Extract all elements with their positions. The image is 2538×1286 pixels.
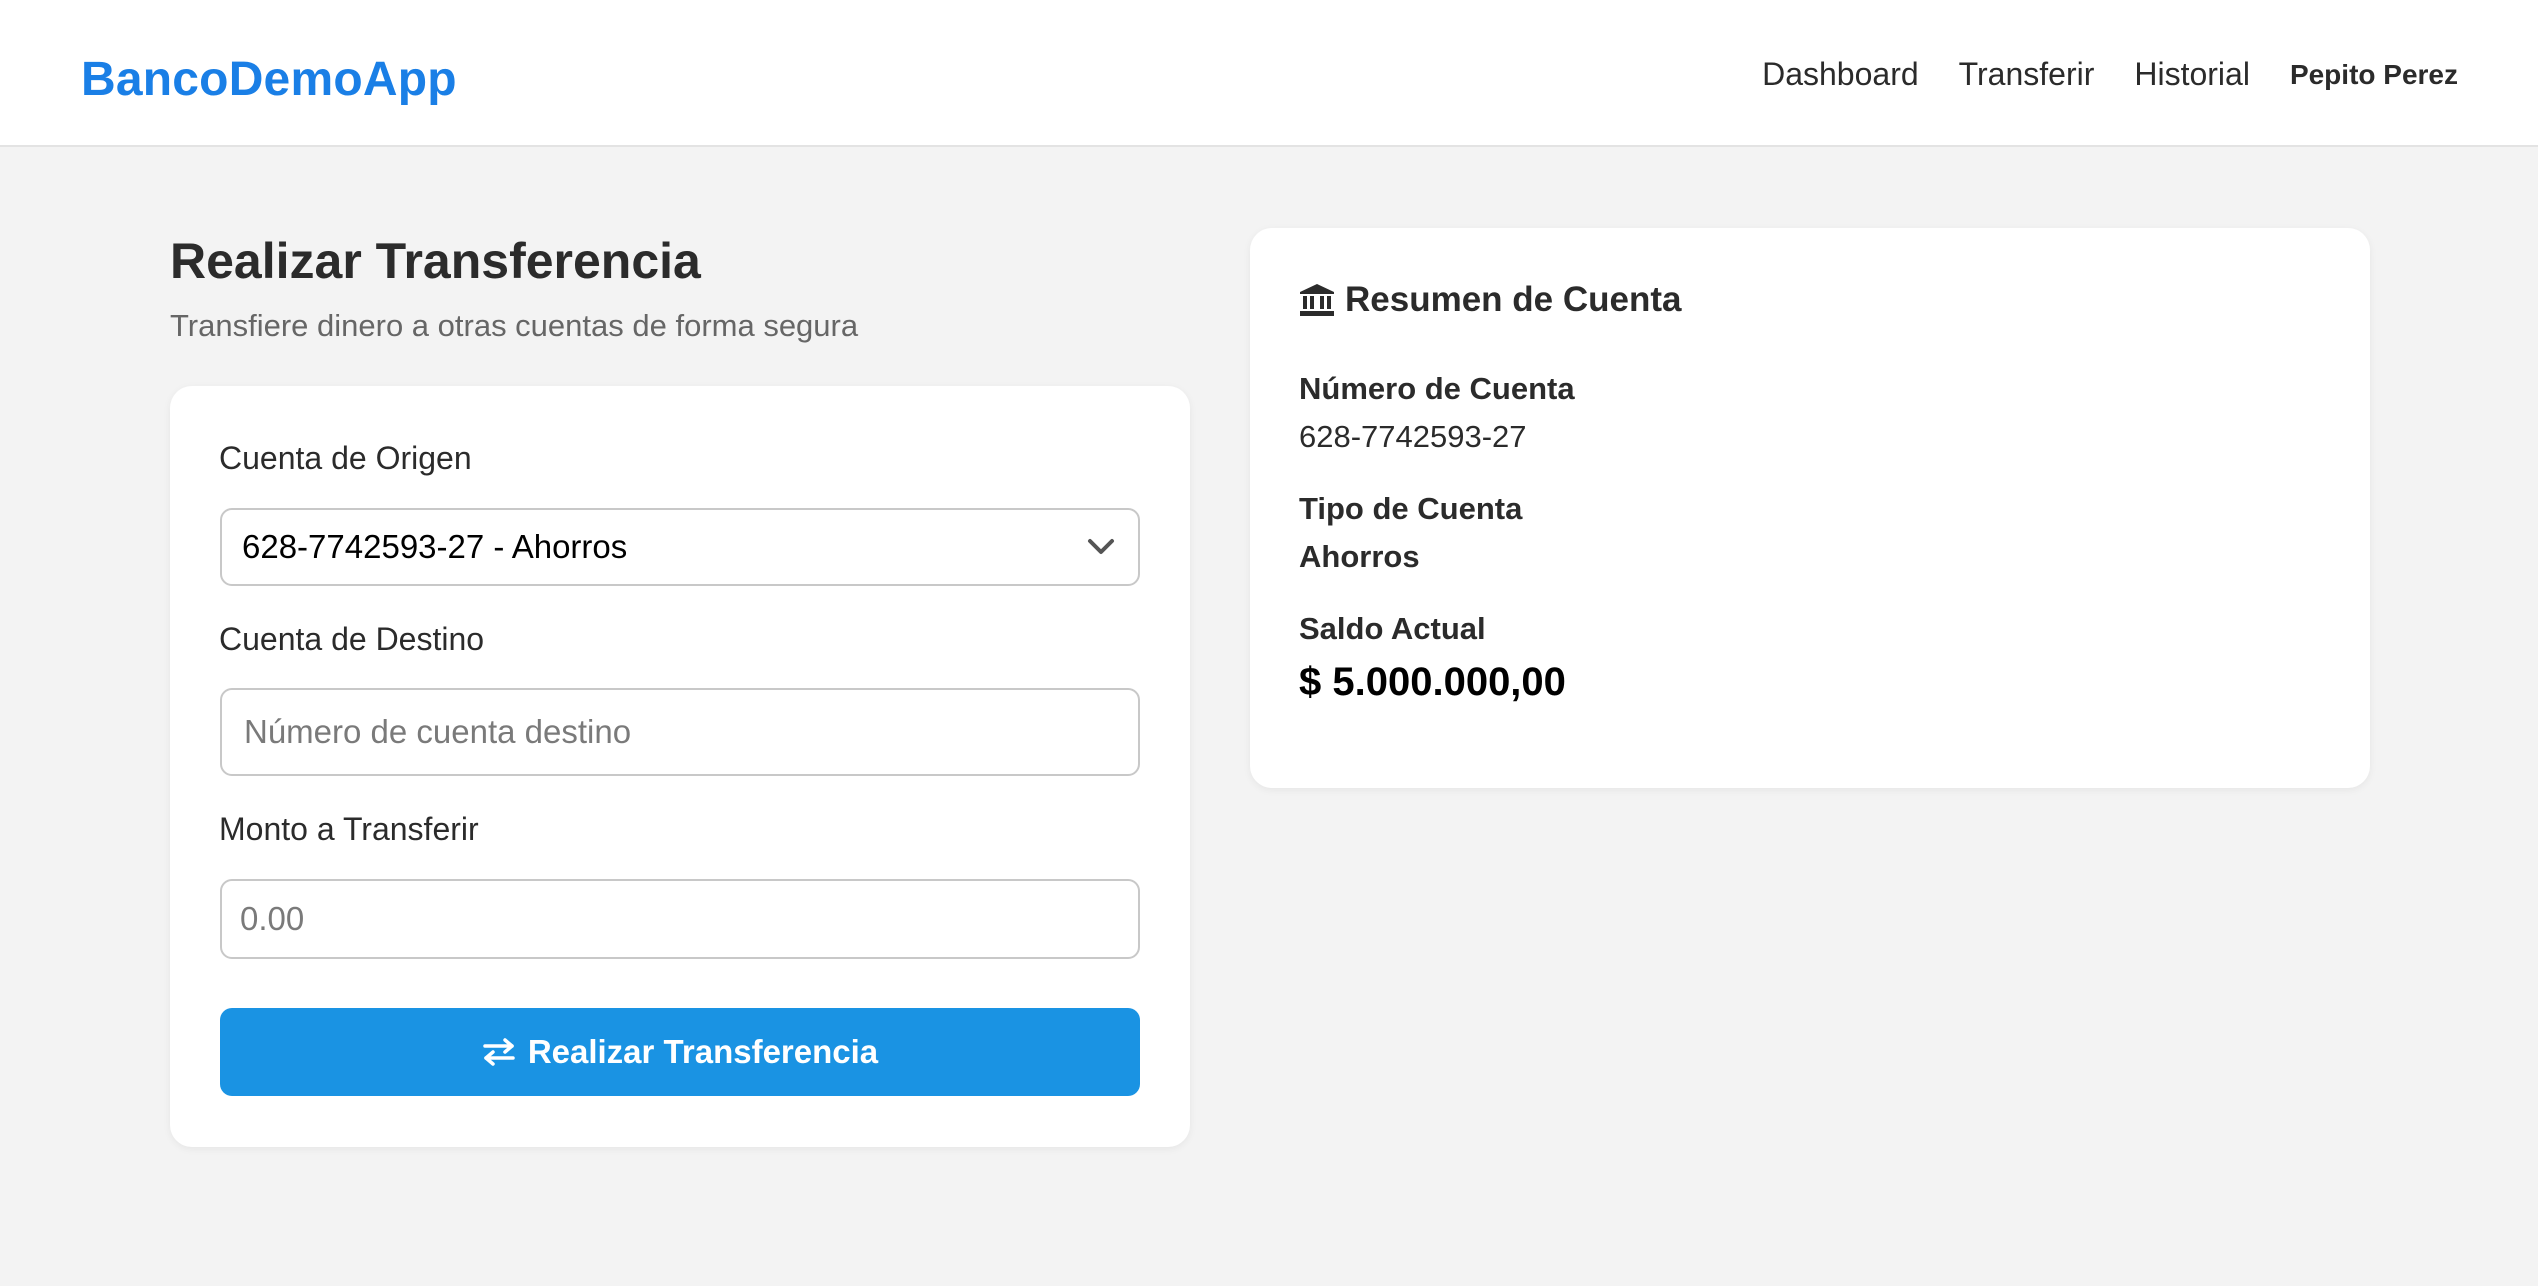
chevron-down-icon	[1088, 539, 1114, 554]
main-nav: Dashboard Transferir Historial Pepito Pe…	[1722, 56, 2458, 93]
destination-account-input[interactable]	[220, 688, 1140, 776]
amount-input[interactable]	[220, 879, 1140, 959]
exchange-arrows-icon	[483, 1038, 515, 1066]
transfer-form-card: Cuenta de Origen 628-7742593-27 - Ahorro…	[170, 386, 1190, 1147]
summary-title-text: Resumen de Cuenta	[1345, 280, 1682, 319]
balance-value: $ 5.000.000,00	[1299, 660, 1566, 704]
account-type-label: Tipo de Cuenta	[1299, 491, 1523, 526]
amount-label: Monto a Transferir	[219, 811, 479, 847]
top-navbar: BancoDemoApp Dashboard Transferir Histor…	[0, 0, 2538, 147]
destination-account-label: Cuenta de Destino	[219, 621, 485, 657]
nav-transferir-link[interactable]: Transferir	[1959, 56, 2095, 93]
summary-title: Resumen de Cuenta	[1299, 280, 1681, 320]
account-type-value: Ahorros	[1299, 539, 1420, 574]
page-subtitle: Transfiere dinero a otras cuentas de for…	[170, 308, 859, 343]
brand-logo[interactable]: BancoDemoApp	[81, 52, 457, 107]
origin-account-selected-value: 628-7742593-27 - Ahorros	[242, 528, 628, 565]
page-title: Realizar Transferencia	[170, 233, 701, 289]
submit-transfer-button[interactable]: Realizar Transferencia	[220, 1008, 1140, 1096]
account-summary-card: Resumen de Cuenta Número de Cuenta 628-7…	[1250, 228, 2370, 788]
origin-account-label: Cuenta de Origen	[219, 440, 472, 476]
nav-historial-link[interactable]: Historial	[2134, 56, 2250, 93]
submit-transfer-label: Realizar Transferencia	[527, 1033, 879, 1070]
account-number-value: 628-7742593-27	[1299, 419, 1527, 454]
origin-account-select[interactable]: 628-7742593-27 - Ahorros	[220, 508, 1140, 586]
bank-icon	[1300, 284, 1334, 316]
account-number-label: Número de Cuenta	[1299, 371, 1575, 406]
user-name[interactable]: Pepito Perez	[2290, 59, 2458, 91]
nav-dashboard-link[interactable]: Dashboard	[1762, 56, 1919, 93]
balance-label: Saldo Actual	[1299, 611, 1486, 646]
